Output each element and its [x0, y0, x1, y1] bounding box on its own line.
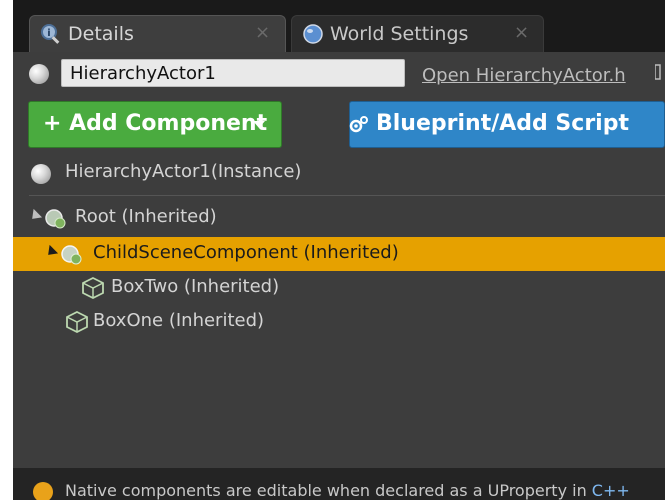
- divider: [29, 195, 665, 196]
- tree-row-label: BoxTwo (Inherited): [111, 276, 280, 297]
- actor-sphere-icon: [29, 64, 49, 84]
- footer-cpp: C++: [591, 481, 630, 500]
- tree-row-label: BoxOne (Inherited): [93, 310, 265, 331]
- blueprint-add-script-button[interactable]: Blueprint/Add Script: [349, 101, 665, 148]
- details-panel: HierarchyActor1 Open HierarchyActor.h + …: [13, 52, 665, 500]
- tree-row-box-two[interactable]: BoxTwo (Inherited): [13, 271, 665, 305]
- details-icon: i: [41, 24, 60, 44]
- box-component-icon: [66, 310, 88, 334]
- details-window: i Details × World Settings × HierarchyAc…: [13, 0, 665, 500]
- tree-row-root[interactable]: Root (Inherited): [13, 201, 665, 235]
- actor-name-field[interactable]: HierarchyActor1: [61, 59, 405, 87]
- tab-details[interactable]: i Details ×: [29, 15, 286, 52]
- tab-world-settings-label: World Settings: [330, 23, 469, 45]
- tab-bar: i Details × World Settings ×: [13, 0, 665, 52]
- actor-name-value: HierarchyActor1: [70, 63, 216, 84]
- actor-sphere-icon: [31, 164, 51, 184]
- instance-row[interactable]: HierarchyActor1(Instance): [13, 156, 665, 190]
- instance-label: HierarchyActor1(Instance): [65, 161, 302, 182]
- lock-icon: [655, 64, 661, 80]
- tab-details-close-icon[interactable]: ×: [255, 22, 270, 43]
- open-header-link[interactable]: Open HierarchyActor.h: [422, 65, 626, 86]
- blueprint-add-script-label: Blueprint/Add Script: [376, 111, 629, 136]
- footer-message: Native components are editable when decl…: [65, 481, 587, 500]
- add-component-label: + Add Component: [43, 111, 268, 136]
- gear-icon: [349, 116, 368, 133]
- tree-row-child-scene-component[interactable]: ChildSceneComponent (Inherited): [13, 237, 665, 271]
- box-component-icon: [82, 276, 104, 300]
- tree-row-label: Root (Inherited): [75, 206, 217, 227]
- world-icon: [303, 24, 323, 44]
- tree-row-box-one[interactable]: BoxOne (Inherited): [13, 305, 665, 339]
- expand-arrow-icon[interactable]: [27, 208, 43, 224]
- tab-world-settings[interactable]: World Settings ×: [291, 15, 544, 52]
- info-footer: Native components are editable when decl…: [13, 468, 665, 500]
- chevron-down-icon: [253, 121, 265, 128]
- scene-component-icon: [61, 245, 82, 265]
- tab-world-settings-close-icon[interactable]: ×: [514, 22, 529, 43]
- expand-arrow-icon[interactable]: [43, 244, 59, 260]
- warning-icon: [33, 482, 53, 500]
- tab-details-label: Details: [68, 23, 134, 45]
- tree-row-label: ChildSceneComponent (Inherited): [93, 242, 399, 263]
- svg-text:i: i: [47, 28, 50, 39]
- scene-component-icon: [45, 209, 66, 229]
- add-component-button[interactable]: + Add Component: [28, 101, 282, 148]
- footer-text: Native components are editable when decl…: [65, 481, 630, 500]
